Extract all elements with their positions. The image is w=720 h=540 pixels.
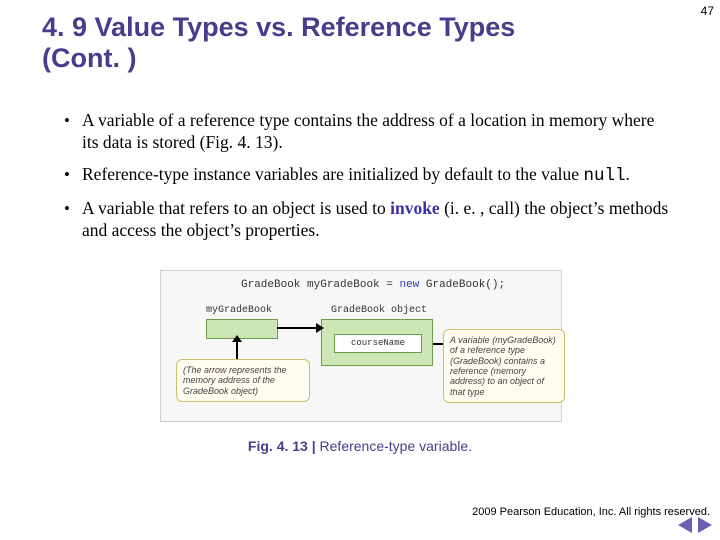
variable-box [206, 319, 278, 339]
bullet-item: A variable of a reference type contains … [64, 110, 674, 154]
callout-left: (The arrow represents the memory address… [176, 359, 310, 402]
figure-reference-variable: GradeBook myGradeBook = new GradeBook();… [160, 270, 562, 422]
bullet-item: Reference-type instance variables are in… [64, 164, 674, 188]
page-number: 47 [701, 4, 714, 18]
code-type: GradeBook [241, 279, 300, 291]
reference-arrow-line-icon [277, 327, 321, 329]
bullet-item: A variable that refers to an object is u… [64, 198, 674, 242]
bullet-text: A variable that refers to an object is u… [82, 198, 390, 218]
callout-connector-left-head-icon [232, 335, 242, 342]
variable-label: myGradeBook [206, 305, 272, 316]
object-box: courseName [321, 319, 433, 366]
keyword-invoke: invoke [390, 198, 440, 218]
bullet-text: A variable of a reference type contains … [82, 110, 654, 152]
figure-caption-number: Fig. 4. 13 | [248, 438, 320, 454]
code-eq: = [380, 279, 400, 291]
nav-controls [676, 517, 712, 538]
slide-title: 4. 9 Value Types vs. Reference Types (Co… [42, 12, 562, 74]
callout-right: A variable (myGradeBook) of a reference … [443, 329, 565, 403]
copyright: 2009 Pearson Education, Inc. All rights … [472, 506, 710, 518]
figure-caption: Fig. 4. 13 | Reference-type variable. [0, 438, 720, 454]
code-var: myGradeBook [307, 279, 380, 291]
prev-slide-icon[interactable] [678, 517, 692, 533]
figure-caption-text: Reference-type variable. [320, 438, 473, 454]
inline-code: null [583, 166, 625, 186]
figure-code-line: GradeBook myGradeBook = new GradeBook(); [241, 279, 505, 291]
object-label: GradeBook object [331, 305, 427, 316]
slide: 47 4. 9 Value Types vs. Reference Types … [0, 0, 720, 540]
object-field: courseName [334, 334, 422, 353]
bullet-list: A variable of a reference type contains … [64, 110, 674, 251]
next-slide-icon[interactable] [698, 517, 712, 533]
bullet-text: Reference-type instance variables are in… [82, 164, 583, 184]
code-keyword-new: new [399, 279, 419, 291]
reference-arrow-head-icon [316, 323, 324, 333]
bullet-text: . [625, 164, 629, 184]
code-ctor: GradeBook(); [419, 279, 505, 291]
callout-connector-left-icon [236, 339, 238, 359]
